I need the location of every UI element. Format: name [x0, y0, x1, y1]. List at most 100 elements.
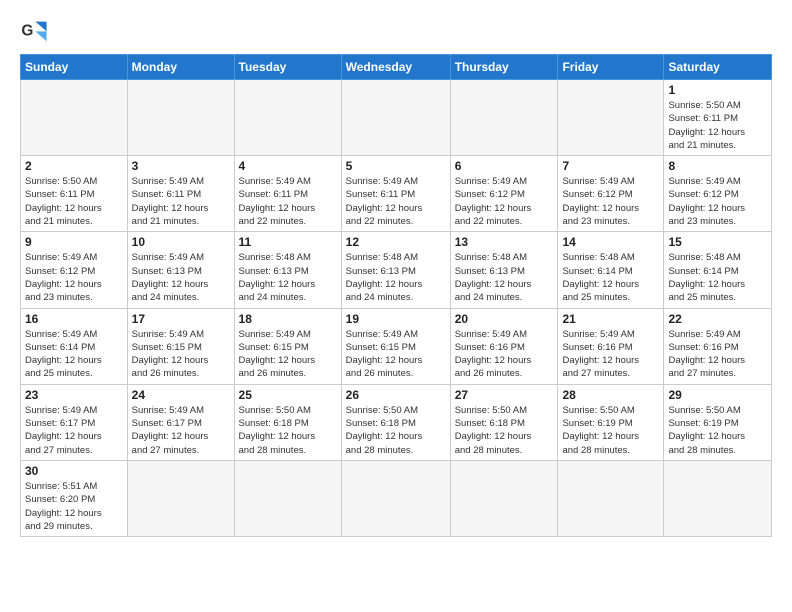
day-number: 12: [346, 235, 446, 249]
calendar-cell: [664, 460, 772, 536]
calendar-cell: 21Sunrise: 5:49 AM Sunset: 6:16 PM Dayli…: [558, 308, 664, 384]
weekday-header-row: SundayMondayTuesdayWednesdayThursdayFrid…: [21, 55, 772, 80]
weekday-header-saturday: Saturday: [664, 55, 772, 80]
day-number: 7: [562, 159, 659, 173]
day-info: Sunrise: 5:50 AM Sunset: 6:11 PM Dayligh…: [25, 175, 123, 228]
calendar-cell: 5 Sunrise: 5:49 AM Sunset: 6:11 PM Daylig…: [341, 156, 450, 232]
calendar-cell: 8 Sunrise: 5:49 AM Sunset: 6:12 PM Daylig…: [664, 156, 772, 232]
day-info: Sunrise: 5:49 AM Sunset: 6:15 PM Dayligh…: [239, 328, 337, 381]
day-info: Sunrise: 5:49 AM Sunset: 6:12 PM Dayligh…: [25, 251, 123, 304]
day-info: Sunrise: 5:51 AM Sunset: 6:20 PM Dayligh…: [25, 480, 123, 533]
day-info: Sunrise: 5:49 AM Sunset: 6:15 PM Dayligh…: [132, 328, 230, 381]
day-number: 9: [25, 235, 123, 249]
calendar-cell: 28Sunrise: 5:50 AM Sunset: 6:19 PM Dayli…: [558, 384, 664, 460]
day-info: Sunrise: 5:48 AM Sunset: 6:14 PM Dayligh…: [668, 251, 767, 304]
calendar-cell: 11 Sunrise: 5:48 AM Sunset: 6:13 PM Dayli…: [234, 232, 341, 308]
day-number: 17: [132, 312, 230, 326]
calendar-cell: 20 Sunrise: 5:49 AM Sunset: 6:16 PM Dayli…: [450, 308, 558, 384]
calendar-cell: 7 Sunrise: 5:49 AM Sunset: 6:12 PM Daylig…: [558, 156, 664, 232]
day-info: Sunrise: 5:49 AM Sunset: 6:16 PM Dayligh…: [455, 328, 554, 381]
day-info: Sunrise: 5:49 AM Sunset: 6:17 PM Dayligh…: [25, 404, 123, 457]
day-number: 23: [25, 388, 123, 402]
day-number: 26: [346, 388, 446, 402]
weekday-header-tuesday: Tuesday: [234, 55, 341, 80]
calendar-cell: 25Sunrise: 5:50 AM Sunset: 6:18 PM Dayli…: [234, 384, 341, 460]
day-info: Sunrise: 5:49 AM Sunset: 6:15 PM Dayligh…: [346, 328, 446, 381]
day-info: Sunrise: 5:49 AM Sunset: 6:11 PM Dayligh…: [132, 175, 230, 228]
day-number: 14: [562, 235, 659, 249]
day-info: Sunrise: 5:48 AM Sunset: 6:13 PM Dayligh…: [239, 251, 337, 304]
weekday-header-friday: Friday: [558, 55, 664, 80]
day-number: 6: [455, 159, 554, 173]
calendar-cell: 17 Sunrise: 5:49 AM Sunset: 6:15 PM Dayli…: [127, 308, 234, 384]
calendar-cell: 18 Sunrise: 5:49 AM Sunset: 6:15 PM Dayli…: [234, 308, 341, 384]
calendar-cell: 3 Sunrise: 5:49 AM Sunset: 6:11 PM Daylig…: [127, 156, 234, 232]
calendar-cell: 30 Sunrise: 5:51 AM Sunset: 6:20 PM Dayli…: [21, 460, 128, 536]
day-number: 10: [132, 235, 230, 249]
day-number: 22: [668, 312, 767, 326]
calendar-cell: 16 Sunrise: 5:49 AM Sunset: 6:14 PM Dayli…: [21, 308, 128, 384]
day-number: 11: [239, 235, 337, 249]
calendar-cell: 10 Sunrise: 5:49 AM Sunset: 6:13 PM Dayli…: [127, 232, 234, 308]
week-row-1: 2Sunrise: 5:50 AM Sunset: 6:11 PM Daylig…: [21, 156, 772, 232]
day-number: 18: [239, 312, 337, 326]
day-info: Sunrise: 5:49 AM Sunset: 6:14 PM Dayligh…: [25, 328, 123, 381]
day-number: 16: [25, 312, 123, 326]
day-number: 5: [346, 159, 446, 173]
day-info: Sunrise: 5:49 AM Sunset: 6:16 PM Dayligh…: [668, 328, 767, 381]
day-info: Sunrise: 5:50 AM Sunset: 6:19 PM Dayligh…: [562, 404, 659, 457]
day-info: Sunrise: 5:50 AM Sunset: 6:18 PM Dayligh…: [346, 404, 446, 457]
day-number: 27: [455, 388, 554, 402]
logo: G: [20, 16, 52, 44]
week-row-3: 16 Sunrise: 5:49 AM Sunset: 6:14 PM Dayli…: [21, 308, 772, 384]
calendar-cell: 27 Sunrise: 5:50 AM Sunset: 6:18 PM Dayli…: [450, 384, 558, 460]
day-number: 29: [668, 388, 767, 402]
calendar-cell: [558, 80, 664, 156]
weekday-header-wednesday: Wednesday: [341, 55, 450, 80]
week-row-4: 23 Sunrise: 5:49 AM Sunset: 6:17 PM Dayli…: [21, 384, 772, 460]
calendar-cell: 15 Sunrise: 5:48 AM Sunset: 6:14 PM Dayli…: [664, 232, 772, 308]
day-number: 21: [562, 312, 659, 326]
day-info: Sunrise: 5:49 AM Sunset: 6:11 PM Dayligh…: [346, 175, 446, 228]
calendar-cell: [127, 460, 234, 536]
day-number: 3: [132, 159, 230, 173]
day-number: 15: [668, 235, 767, 249]
weekday-header-thursday: Thursday: [450, 55, 558, 80]
day-info: Sunrise: 5:49 AM Sunset: 6:13 PM Dayligh…: [132, 251, 230, 304]
calendar-cell: 1Sunrise: 5:50 AM Sunset: 6:11 PM Daylig…: [664, 80, 772, 156]
day-info: Sunrise: 5:50 AM Sunset: 6:18 PM Dayligh…: [455, 404, 554, 457]
day-number: 24: [132, 388, 230, 402]
calendar-cell: 4Sunrise: 5:49 AM Sunset: 6:11 PM Daylig…: [234, 156, 341, 232]
day-number: 13: [455, 235, 554, 249]
calendar-cell: [341, 460, 450, 536]
day-info: Sunrise: 5:49 AM Sunset: 6:12 PM Dayligh…: [455, 175, 554, 228]
calendar-cell: [234, 460, 341, 536]
day-info: Sunrise: 5:49 AM Sunset: 6:12 PM Dayligh…: [668, 175, 767, 228]
calendar-cell: 24 Sunrise: 5:49 AM Sunset: 6:17 PM Dayli…: [127, 384, 234, 460]
calendar-cell: 26 Sunrise: 5:50 AM Sunset: 6:18 PM Dayli…: [341, 384, 450, 460]
calendar-cell: 13Sunrise: 5:48 AM Sunset: 6:13 PM Dayli…: [450, 232, 558, 308]
calendar-cell: 29 Sunrise: 5:50 AM Sunset: 6:19 PM Dayli…: [664, 384, 772, 460]
day-info: Sunrise: 5:50 AM Sunset: 6:19 PM Dayligh…: [668, 404, 767, 457]
calendar-cell: 14 Sunrise: 5:48 AM Sunset: 6:14 PM Dayli…: [558, 232, 664, 308]
page: G SundayMondayTuesdayWednesdayThursdayFr…: [0, 0, 792, 612]
day-info: Sunrise: 5:50 AM Sunset: 6:11 PM Dayligh…: [668, 99, 767, 152]
week-row-2: 9 Sunrise: 5:49 AM Sunset: 6:12 PM Daylig…: [21, 232, 772, 308]
calendar-cell: 6 Sunrise: 5:49 AM Sunset: 6:12 PM Daylig…: [450, 156, 558, 232]
week-row-5: 30 Sunrise: 5:51 AM Sunset: 6:20 PM Dayli…: [21, 460, 772, 536]
day-info: Sunrise: 5:49 AM Sunset: 6:17 PM Dayligh…: [132, 404, 230, 457]
day-number: 8: [668, 159, 767, 173]
calendar-cell: 12Sunrise: 5:48 AM Sunset: 6:13 PM Dayli…: [341, 232, 450, 308]
calendar-cell: 22 Sunrise: 5:49 AM Sunset: 6:16 PM Dayli…: [664, 308, 772, 384]
logo-icon: G: [20, 16, 48, 44]
calendar-cell: [234, 80, 341, 156]
calendar-table: SundayMondayTuesdayWednesdayThursdayFrid…: [20, 54, 772, 537]
day-number: 19: [346, 312, 446, 326]
day-number: 25: [239, 388, 337, 402]
svg-text:G: G: [21, 23, 33, 40]
day-info: Sunrise: 5:48 AM Sunset: 6:14 PM Dayligh…: [562, 251, 659, 304]
day-info: Sunrise: 5:49 AM Sunset: 6:12 PM Dayligh…: [562, 175, 659, 228]
day-number: 30: [25, 464, 123, 478]
weekday-header-monday: Monday: [127, 55, 234, 80]
day-number: 20: [455, 312, 554, 326]
